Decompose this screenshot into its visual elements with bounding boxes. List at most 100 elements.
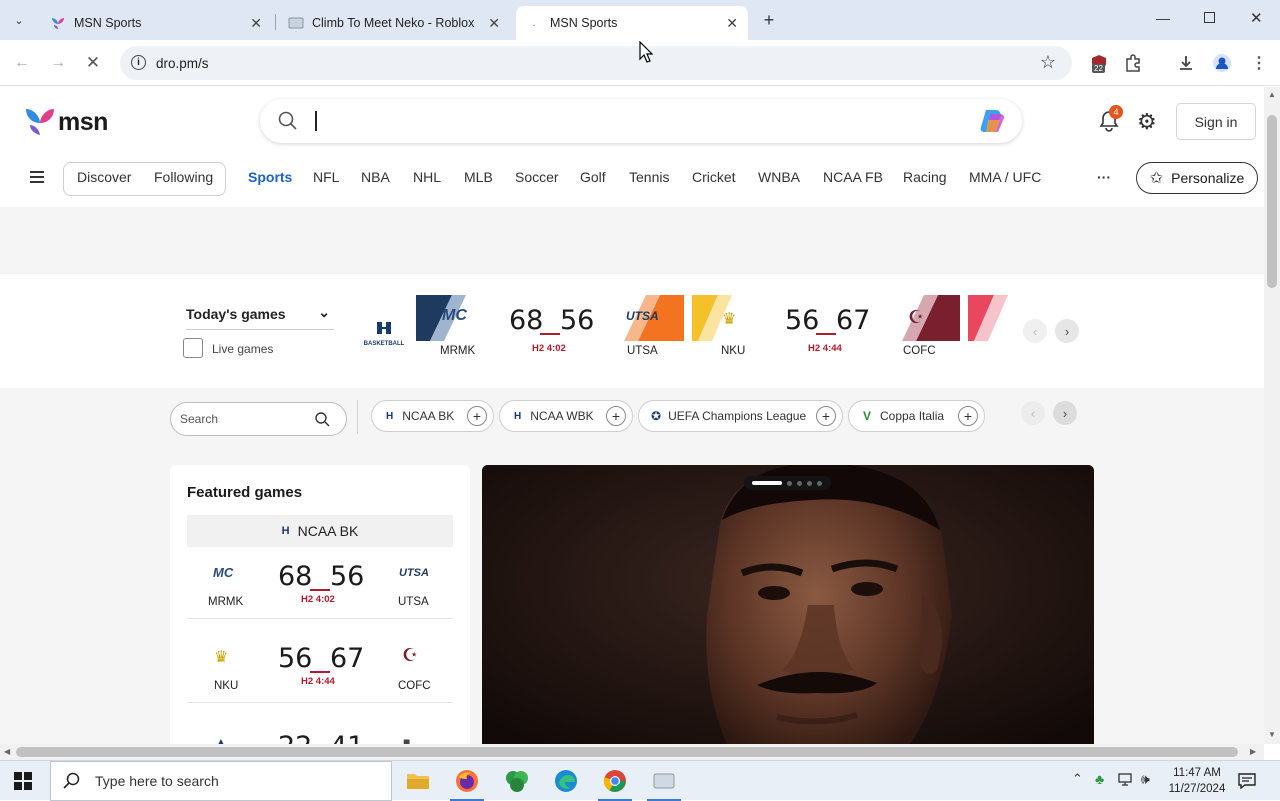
score-card-partial[interactable] bbox=[968, 295, 1008, 371]
add-plus-icon[interactable]: + bbox=[958, 406, 978, 426]
hero-photo-carousel[interactable] bbox=[482, 465, 1094, 755]
nav-ncaa-fb[interactable]: NCAA FB bbox=[823, 169, 883, 185]
tab-search-dropdown-icon[interactable]: ⌄ bbox=[8, 9, 30, 31]
hamburger-menu-icon[interactable] bbox=[30, 171, 44, 183]
tab-roblox[interactable]: Climb To Meet Neko - Roblox ✕ bbox=[278, 6, 510, 40]
taskbar-clock[interactable]: 11:47 AM 11/27/2024 bbox=[1166, 765, 1228, 797]
nav-following[interactable]: Following bbox=[154, 169, 213, 185]
nav-discover[interactable]: Discover bbox=[77, 169, 131, 185]
add-plus-icon[interactable]: + bbox=[467, 406, 487, 426]
mrmk-logo-icon: MC bbox=[442, 307, 467, 324]
horizontal-scroll-thumb[interactable] bbox=[16, 747, 1238, 757]
nav-more-icon[interactable]: ··· bbox=[1097, 169, 1111, 185]
tray-app-icon[interactable]: ♣ bbox=[1095, 771, 1104, 787]
add-plus-icon[interactable]: + bbox=[816, 406, 836, 426]
carousel-pagination[interactable] bbox=[744, 476, 831, 490]
green-app-icon[interactable] bbox=[504, 768, 530, 794]
nav-nhl[interactable]: NHL bbox=[413, 169, 441, 185]
edge-browser-icon[interactable] bbox=[553, 768, 579, 794]
address-bar[interactable]: i dro.pm/s ☆ bbox=[120, 46, 1072, 80]
tray-chevron-up-icon[interactable]: ⌃ bbox=[1072, 771, 1083, 787]
scores-next-arrow-icon[interactable]: › bbox=[1055, 319, 1079, 343]
tab-msn-sports-active[interactable]: . MSN Sports ✕ bbox=[516, 6, 748, 40]
score-card[interactable]: ♛ NKU 56 67 H2 4:44 ☪ COFC bbox=[692, 295, 960, 371]
profile-avatar-icon[interactable] bbox=[1209, 50, 1235, 76]
nav-golf[interactable]: Golf bbox=[580, 169, 606, 185]
site-info-icon[interactable]: i bbox=[131, 55, 146, 70]
tab-close-icon[interactable]: ✕ bbox=[488, 15, 500, 32]
carousel-dot[interactable] bbox=[787, 480, 792, 486]
windows-start-icon[interactable] bbox=[14, 772, 32, 795]
tab-close-icon[interactable]: ✕ bbox=[250, 15, 262, 32]
featured-game-row[interactable]: ♛ NKU 56 67 H2 4:44 ☪ COFC bbox=[187, 635, 453, 703]
msn-search-input[interactable] bbox=[260, 99, 1022, 143]
taskbar-search-input[interactable]: Type here to search bbox=[50, 761, 392, 801]
featured-league-header[interactable]: H NCAA BK bbox=[187, 515, 453, 547]
stop-loading-icon[interactable]: ✕ bbox=[80, 50, 106, 76]
vertical-scrollbar[interactable]: ▲ ▼ bbox=[1264, 87, 1280, 744]
action-center-icon[interactable] bbox=[1238, 772, 1256, 795]
roblox-page-icon bbox=[288, 15, 304, 31]
tab-msn-sports-1[interactable]: MSN Sports ✕ bbox=[40, 6, 272, 40]
nav-mlb[interactable]: MLB bbox=[464, 169, 493, 185]
scores-prev-arrow-icon[interactable]: ‹ bbox=[1023, 319, 1047, 343]
nav-soccer[interactable]: Soccer bbox=[515, 169, 559, 185]
nav-nfl[interactable]: NFL bbox=[313, 169, 339, 185]
score-card[interactable]: MC MRMK 68 56 H2 4:02 UTSA UTSA bbox=[416, 295, 684, 371]
forward-icon[interactable]: → bbox=[45, 50, 71, 76]
nav-wnba[interactable]: WNBA bbox=[758, 169, 800, 185]
sign-in-button[interactable]: Sign in bbox=[1176, 103, 1256, 140]
network-icon[interactable] bbox=[1118, 772, 1136, 793]
nav-tennis[interactable]: Tennis bbox=[629, 169, 669, 185]
download-icon[interactable] bbox=[1173, 50, 1199, 76]
nav-nba[interactable]: NBA bbox=[361, 169, 390, 185]
featured-game-row[interactable]: MC MRMK 68 56 H2 4:02 UTSA UTSA bbox=[187, 551, 453, 619]
carousel-dot[interactable] bbox=[797, 480, 802, 486]
file-explorer-icon[interactable] bbox=[405, 768, 431, 794]
carousel-dot[interactable] bbox=[807, 480, 812, 486]
back-icon[interactable]: ← bbox=[9, 50, 35, 76]
notifications-bell-icon[interactable]: 4 bbox=[1098, 105, 1123, 138]
chrome-browser-icon[interactable] bbox=[598, 768, 632, 801]
scroll-left-arrow-icon[interactable]: ◀ bbox=[4, 747, 10, 756]
vertical-scroll-thumb[interactable] bbox=[1267, 115, 1277, 288]
chip-ncaa-wbk[interactable]: H NCAA WBK + bbox=[499, 400, 633, 432]
scroll-up-arrow-icon[interactable]: ▲ bbox=[1268, 90, 1276, 99]
horizontal-scrollbar[interactable]: ◀ ▶ bbox=[0, 744, 1264, 760]
chip-coppa-italia[interactable]: V Coppa Italia + bbox=[848, 400, 985, 432]
extension-shield-icon[interactable]: 22 bbox=[1086, 50, 1112, 76]
msn-butterfly-logo-icon bbox=[26, 109, 54, 135]
volume-icon[interactable]: 🕪 bbox=[1141, 771, 1150, 788]
bookmark-star-icon[interactable]: ☆ bbox=[1040, 52, 1056, 73]
league-search-input[interactable]: Search bbox=[170, 402, 347, 436]
chips-prev-arrow-icon[interactable]: ‹ bbox=[1021, 401, 1045, 425]
roblox-window-icon[interactable] bbox=[647, 768, 681, 801]
tab-close-icon[interactable]: ✕ bbox=[726, 15, 738, 32]
live-games-checkbox[interactable] bbox=[183, 338, 203, 358]
scroll-right-arrow-icon[interactable]: ▶ bbox=[1250, 747, 1256, 756]
chip-uefa-champions-league[interactable]: ✪ UEFA Champions League + bbox=[638, 400, 843, 432]
chip-ncaa-bk[interactable]: H NCAA BK + bbox=[371, 400, 494, 432]
firefox-icon[interactable] bbox=[450, 768, 484, 801]
chips-next-arrow-icon[interactable]: › bbox=[1053, 401, 1077, 425]
scroll-down-arrow-icon[interactable]: ▼ bbox=[1268, 730, 1276, 739]
carousel-dot-active[interactable] bbox=[752, 481, 782, 485]
nav-racing[interactable]: Racing bbox=[903, 169, 947, 185]
games-filter-dropdown[interactable]: Today's games ⌄ bbox=[186, 304, 334, 330]
minimize-icon[interactable]: — bbox=[1156, 10, 1170, 26]
close-window-icon[interactable]: ✕ bbox=[1250, 9, 1263, 27]
msn-logo[interactable]: msn bbox=[24, 107, 108, 137]
copilot-icon[interactable] bbox=[978, 108, 1008, 134]
personalize-button[interactable]: ✩ Personalize bbox=[1136, 162, 1258, 194]
browser-menu-icon[interactable]: ⋮ bbox=[1246, 50, 1272, 76]
new-tab-icon[interactable]: + bbox=[758, 9, 780, 31]
nav-sports[interactable]: Sports bbox=[248, 169, 292, 185]
nav-cricket[interactable]: Cricket bbox=[692, 169, 736, 185]
carousel-dot[interactable] bbox=[817, 480, 822, 486]
restore-icon[interactable] bbox=[1204, 12, 1215, 23]
add-plus-icon[interactable]: + bbox=[606, 406, 626, 426]
extensions-puzzle-icon[interactable] bbox=[1120, 50, 1146, 76]
nav-mma-ufc[interactable]: MMA / UFC bbox=[969, 169, 1041, 185]
settings-gear-icon[interactable]: ⚙ bbox=[1137, 109, 1157, 135]
extension-badge: 22 bbox=[1092, 64, 1105, 73]
